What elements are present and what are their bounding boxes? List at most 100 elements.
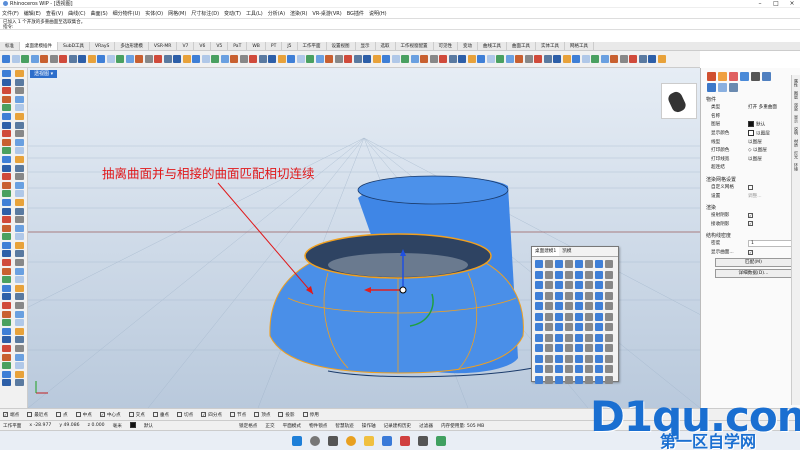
- toolbar-tool-icon[interactable]: [78, 55, 86, 63]
- menu-mesh[interactable]: 网格(M): [168, 10, 186, 17]
- receive-shadow-row[interactable]: 接收阴影 ✓: [701, 220, 800, 229]
- floating-tool-icon[interactable]: [585, 270, 593, 279]
- floating-tool-icon[interactable]: [565, 323, 573, 331]
- left-tool-icon[interactable]: [2, 112, 11, 120]
- left-tool-icon[interactable]: [2, 70, 11, 77]
- floating-tool-icon[interactable]: [545, 281, 553, 289]
- toolbar-tool-icon[interactable]: [2, 55, 10, 63]
- osnap-disable-checkbox[interactable]: [302, 412, 308, 417]
- osnap-end[interactable]: ✓ 端点: [3, 412, 19, 418]
- prop-print-color[interactable]: 打印颜色 ◇ 以图层: [701, 146, 800, 155]
- left-tool-icon[interactable]: [2, 130, 11, 138]
- light-icon[interactable]: [729, 72, 738, 81]
- floating-tool-icon[interactable]: [535, 312, 543, 321]
- floating-tool-icon[interactable]: [575, 260, 583, 268]
- status-osnap[interactable]: 物件锁点: [309, 423, 327, 429]
- toolbar-tool-icon[interactable]: [524, 55, 533, 63]
- floating-tool-icon[interactable]: [605, 312, 613, 321]
- floating-tool-icon[interactable]: [555, 333, 563, 342]
- left-tool-icon[interactable]: [14, 190, 24, 198]
- grid-icon[interactable]: [729, 83, 738, 92]
- osnap-int-checkbox[interactable]: [128, 412, 134, 417]
- toolbar-tool-icon[interactable]: [277, 55, 286, 63]
- tab-subd-tools[interactable]: SubD工具: [58, 42, 91, 50]
- left-tool-icon[interactable]: [14, 327, 24, 335]
- status-ortho[interactable]: 正交: [265, 423, 274, 429]
- floating-tool-icon[interactable]: [595, 375, 603, 384]
- tab-pt[interactable]: PT: [266, 42, 283, 50]
- floating-tool-icon[interactable]: [605, 365, 613, 373]
- show-curves-checkbox[interactable]: ✓: [748, 249, 753, 255]
- tab-poly-modeling[interactable]: 多边形建模: [115, 42, 149, 50]
- left-tool-icon[interactable]: [2, 224, 11, 232]
- floating-tool-icon[interactable]: [535, 323, 543, 331]
- toolbar-tool-icon[interactable]: [505, 55, 514, 63]
- show-curves-row[interactable]: 显示曲面... ✓: [701, 248, 800, 257]
- floating-tool-icon[interactable]: [555, 281, 563, 289]
- left-tool-icon[interactable]: [14, 78, 24, 86]
- left-tool-icon[interactable]: [2, 104, 11, 112]
- maximize-icon[interactable]: □: [768, 0, 784, 8]
- left-tool-icon[interactable]: [14, 173, 24, 181]
- floating-tool-icon[interactable]: [575, 312, 583, 321]
- status-grid-snap[interactable]: 锁定格点: [239, 423, 257, 429]
- toolbar-tool-icon[interactable]: [600, 55, 609, 63]
- floating-tool-icon[interactable]: [575, 323, 583, 331]
- floating-toolbar-panel[interactable]: 桌面建模1 凯模: [531, 246, 619, 384]
- left-tool-icon[interactable]: [2, 164, 11, 172]
- tab-select[interactable]: 选取: [376, 42, 396, 50]
- floating-tool-icon[interactable]: [555, 270, 563, 279]
- floating-tool-icon[interactable]: [545, 323, 553, 331]
- floating-tool-icon[interactable]: [535, 365, 543, 373]
- floating-tool-icon[interactable]: [585, 302, 593, 310]
- tab-mesh-tools[interactable]: 网格工具: [565, 42, 595, 50]
- left-tool-icon[interactable]: [14, 155, 24, 163]
- osnap-point[interactable]: 点: [56, 412, 68, 418]
- toolbar-tool-icon[interactable]: [87, 55, 96, 63]
- left-tool-icon[interactable]: [2, 173, 11, 181]
- menu-view[interactable]: 查看(V): [46, 10, 63, 17]
- match-button[interactable]: 匹配(M): [715, 258, 792, 268]
- osnap-cen-checkbox[interactable]: ✓: [99, 412, 105, 417]
- custom-mesh-row[interactable]: 自定义网格: [701, 183, 800, 192]
- toolbar-tool-icon[interactable]: [239, 55, 248, 63]
- toolbar-tool-icon[interactable]: [344, 55, 352, 63]
- cast-shadow-row[interactable]: 投射阴影 ✓: [701, 211, 800, 220]
- floating-tool-icon[interactable]: [575, 291, 583, 300]
- floating-tool-icon[interactable]: [585, 365, 593, 373]
- floating-tool-icon[interactable]: [595, 365, 603, 373]
- menu-analyze[interactable]: 分析(A): [268, 10, 285, 17]
- floating-tool-icon[interactable]: [595, 281, 603, 289]
- osnap-quad[interactable]: ✓ 四分点: [201, 412, 222, 418]
- osnap-mid[interactable]: 中点: [75, 412, 92, 418]
- tab-v5[interactable]: V5: [211, 42, 229, 50]
- material-icon[interactable]: [718, 72, 727, 81]
- floating-tool-icon[interactable]: [605, 270, 613, 279]
- menu-subd[interactable]: 细分物件(U): [113, 10, 141, 17]
- toolbar-tool-icon[interactable]: [106, 55, 115, 63]
- floating-tool-icon[interactable]: [605, 333, 613, 342]
- floating-tool-icon[interactable]: [535, 281, 543, 289]
- left-tool-icon[interactable]: [2, 147, 11, 155]
- left-tool-icon[interactable]: [2, 259, 11, 267]
- left-tool-icon[interactable]: [14, 70, 24, 77]
- left-tool-icon[interactable]: [2, 319, 11, 327]
- floating-tool-icon[interactable]: [595, 270, 603, 279]
- left-tool-icon[interactable]: [14, 319, 24, 327]
- prop-hyperlink[interactable]: 超连结: [701, 163, 800, 172]
- toolbar-tool-icon[interactable]: [420, 55, 428, 63]
- tab-solid-tools[interactable]: 实体工具: [536, 42, 566, 50]
- menu-file[interactable]: 文件(F): [2, 10, 19, 17]
- osnap-near[interactable]: 最近点: [27, 412, 48, 418]
- toolbar-tool-icon[interactable]: [496, 55, 504, 63]
- floating-tool-icon[interactable]: [585, 354, 593, 363]
- toolbar-tool-icon[interactable]: [448, 55, 457, 63]
- app-icon-2[interactable]: [400, 436, 410, 446]
- floating-tool-icon[interactable]: [555, 260, 563, 268]
- left-tool-icon[interactable]: [14, 95, 24, 103]
- floating-tool-icon[interactable]: [575, 365, 583, 373]
- left-tool-icon[interactable]: [2, 241, 11, 249]
- status-filter[interactable]: 过滤器: [419, 423, 433, 429]
- floating-tool-icon[interactable]: [545, 365, 553, 373]
- floating-tool-icon[interactable]: [545, 312, 553, 321]
